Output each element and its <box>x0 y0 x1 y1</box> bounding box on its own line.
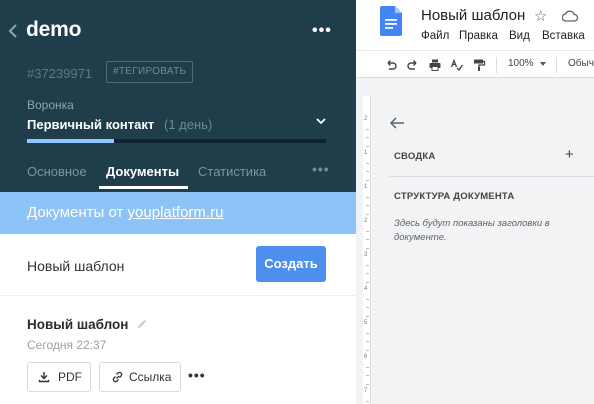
toolbar-separator <box>556 57 557 73</box>
funnel-progress-bar <box>27 139 326 143</box>
ruler-tick <box>366 247 369 249</box>
link-button[interactable]: Ссылка <box>99 362 181 392</box>
outline-summary-label: СВОДКА <box>394 151 436 162</box>
arrow-left-icon[interactable] <box>389 116 405 130</box>
tab-main[interactable]: Основное <box>27 164 87 179</box>
ruler-tick <box>366 341 369 342</box>
tag-button[interactable]: #ТЕГИРОВАТЬ <box>106 61 194 83</box>
ruler-tick <box>366 349 369 351</box>
zoom-select[interactable]: 100% <box>508 58 534 69</box>
ruler-tick <box>366 366 369 368</box>
cloud-status-icon[interactable] <box>562 10 578 22</box>
ruler-number: 5 <box>364 320 368 326</box>
link-icon <box>112 371 123 383</box>
ruler-tick <box>366 171 369 172</box>
active-tab-indicator <box>99 186 188 189</box>
ruler-tick <box>366 307 369 308</box>
download-icon <box>38 372 50 383</box>
ruler-number: 1 <box>364 184 368 190</box>
docs-header: Новый шаблон ☆ Файл Правка Вид Вставка <box>356 0 594 50</box>
template-row: Новый шаблон Создать <box>0 234 356 296</box>
ruler-tick <box>366 315 369 317</box>
ruler-tick <box>366 137 369 138</box>
menu-view[interactable]: Вид <box>509 30 530 42</box>
ruler-tick <box>366 145 369 147</box>
funnel-label: Воронка <box>27 98 74 112</box>
ruler-number: 3 <box>364 252 368 258</box>
google-docs-panel: Новый шаблон ☆ Файл Правка Вид Вставка 1… <box>356 0 594 404</box>
ruler-tick <box>366 239 369 240</box>
link-label: Ссылка <box>129 370 172 384</box>
pencil-icon[interactable] <box>136 318 148 330</box>
ruler-tick <box>366 213 369 215</box>
style-select[interactable]: Обыч <box>568 58 594 69</box>
ruler-tick <box>366 383 369 385</box>
redo-icon[interactable] <box>406 58 420 72</box>
document-more-icon[interactable]: ••• <box>188 368 206 382</box>
docs-logo-icon[interactable] <box>380 6 402 36</box>
ruler-number: 2 <box>364 218 368 224</box>
menu-file[interactable]: Файл <box>421 30 449 42</box>
ruler-tick <box>366 205 369 206</box>
funnel-days: (1 день) <box>164 117 213 132</box>
docs-toolbar: 100% Обыч <box>356 50 594 78</box>
ruler-tick <box>366 400 369 402</box>
undo-icon[interactable] <box>384 58 398 72</box>
ruler-tick <box>366 273 369 274</box>
zoom-dropdown-icon[interactable] <box>540 62 546 66</box>
lead-id: #37239971 <box>27 66 93 81</box>
pdf-button[interactable]: PDF <box>27 362 91 392</box>
tabs-more-icon[interactable]: ••• <box>312 162 330 176</box>
print-icon[interactable] <box>428 58 442 72</box>
create-button[interactable]: Создать <box>256 246 326 282</box>
menu-edit[interactable]: Правка <box>459 30 498 42</box>
outline-divider <box>389 176 594 177</box>
tab-statistics[interactable]: Статистика <box>198 164 266 179</box>
tab-documents[interactable]: Документы <box>106 164 179 179</box>
documents-banner: Документы от youplatform.ru <box>0 192 356 234</box>
outline-hint: Здесь будут показаны заголовки в докумен… <box>394 218 550 243</box>
ruler-tick <box>366 264 369 266</box>
add-summary-icon[interactable]: + <box>565 146 574 163</box>
outline-structure-label: СТРУКТУРА ДОКУМЕНТА <box>394 191 515 202</box>
ruler-tick <box>366 298 369 300</box>
document-title[interactable]: Новый шаблон <box>27 317 128 332</box>
funnel-progress-fill <box>27 139 114 143</box>
ruler-tick <box>366 196 369 198</box>
ruler-number: 6 <box>364 354 368 360</box>
banner-link[interactable]: youplatform.ru <box>128 204 224 221</box>
pdf-label: PDF <box>58 370 82 384</box>
ruler-number: 1 <box>364 150 368 156</box>
ruler-tick <box>366 332 369 334</box>
ruler-tick <box>366 179 369 181</box>
paint-format-icon[interactable] <box>472 58 486 72</box>
ruler-tick <box>366 128 369 130</box>
ruler-tick <box>366 162 369 164</box>
docs-title[interactable]: Новый шаблон <box>421 7 525 24</box>
ruler-tick <box>366 281 369 283</box>
crm-panel: demo ••• #37239971 #ТЕГИРОВАТЬ Воронка П… <box>0 0 356 404</box>
spellcheck-icon[interactable] <box>450 58 464 72</box>
lead-title[interactable]: demo <box>26 18 81 42</box>
funnel-stage[interactable]: Первичный контакт <box>27 117 154 132</box>
banner-text: Документы от <box>27 204 128 221</box>
lead-header: demo ••• #37239971 #ТЕГИРОВАТЬ Воронка П… <box>0 0 356 192</box>
ruler-number: 4 <box>364 286 368 292</box>
document-time: Сегодня 22:37 <box>27 338 107 352</box>
chevron-down-icon[interactable] <box>315 116 327 126</box>
star-icon[interactable]: ☆ <box>534 7 547 25</box>
ruler-number: 7 <box>364 388 368 394</box>
ruler-tick <box>366 230 369 232</box>
menu-insert[interactable]: Вставка <box>542 30 585 42</box>
back-chevron-icon[interactable] <box>6 22 20 40</box>
ruler-number: 2 <box>364 116 368 122</box>
ruler-tick <box>366 375 369 376</box>
vertical-ruler: 2 1 1 2 3 4 5 6 7 <box>363 96 371 404</box>
template-name: Новый шаблон <box>27 258 125 274</box>
more-options-icon[interactable]: ••• <box>312 23 332 39</box>
toolbar-separator <box>496 57 497 73</box>
